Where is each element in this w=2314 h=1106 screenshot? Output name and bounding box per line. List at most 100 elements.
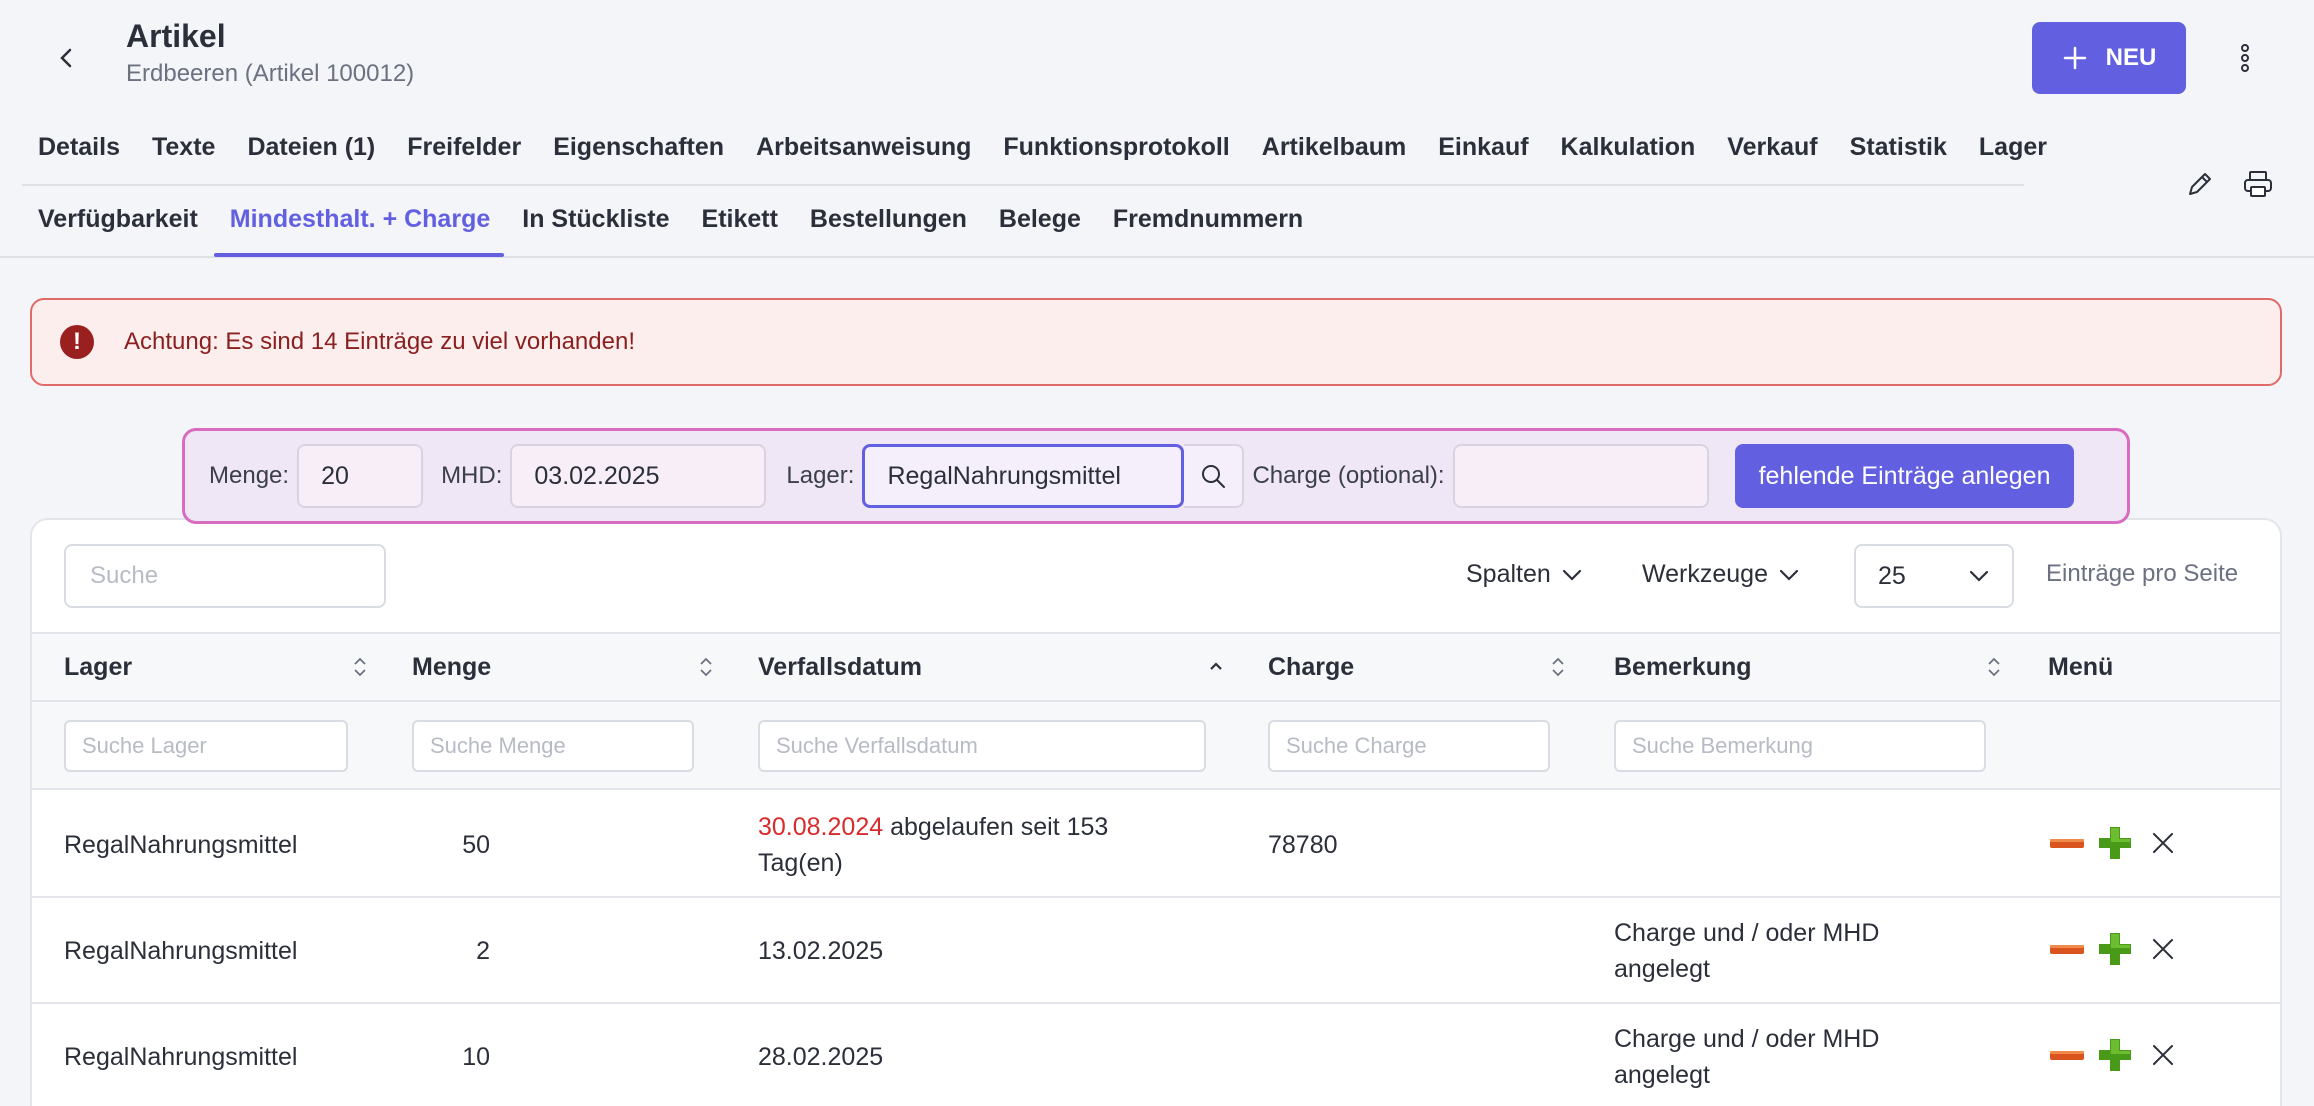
printer-icon	[2244, 171, 2272, 197]
plus-icon	[2099, 933, 2131, 965]
cell-charge: 78780	[1268, 831, 1338, 859]
charge-input[interactable]	[1452, 444, 1709, 508]
column-header-label: Lager	[64, 652, 133, 681]
minus-icon	[2050, 1051, 2084, 1060]
pencil-icon	[2189, 173, 2211, 195]
tab-belege[interactable]: Belege	[983, 194, 1097, 244]
tools-dropdown[interactable]: Werkzeuge	[1642, 560, 1800, 589]
cell-menge: 2	[476, 937, 490, 965]
filter-charge-input[interactable]	[1268, 720, 1550, 772]
create-entries-form: Menge: MHD: Lager: Charge (optional): fe…	[182, 428, 2130, 524]
cell-verfallsdatum: 13.02.2025	[758, 933, 1178, 969]
plus-icon	[2063, 46, 2086, 70]
menge-input[interactable]	[297, 444, 424, 508]
lager-input[interactable]	[862, 444, 1185, 508]
cell-verfallsdatum: 30.08.2024 abgelaufen seit 153 Tag(en)	[758, 809, 1178, 881]
column-header-menge[interactable]: Menge	[412, 634, 742, 700]
tab-verfügbarkeit[interactable]: Verfügbarkeit	[38, 194, 214, 244]
columns-dropdown-label: Spalten	[1466, 560, 1551, 588]
tab-fremdnummern[interactable]: Fremdnummern	[1097, 194, 1319, 244]
create-missing-entries-button[interactable]: fehlende Einträge anlegen	[1734, 444, 2075, 508]
tab-kalkulation[interactable]: Kalkulation	[1545, 122, 1712, 172]
print-button[interactable]	[2236, 162, 2280, 206]
sort-icon[interactable]	[698, 656, 714, 678]
close-icon	[2153, 833, 2173, 853]
sort-icon[interactable]	[1550, 656, 1566, 678]
tab-mindesthalt-charge[interactable]: Mindesthalt. + Charge	[214, 194, 506, 244]
decrease-button[interactable]	[2048, 822, 2086, 864]
tab-eigenschaften[interactable]: Eigenschaften	[537, 122, 740, 172]
mhd-input[interactable]	[510, 444, 767, 508]
page-title: Artikel	[126, 18, 226, 54]
table-search-input[interactable]	[64, 544, 386, 608]
tab-in-stückliste[interactable]: In Stückliste	[506, 194, 685, 244]
plus-icon	[2099, 827, 2131, 859]
table-row: RegalNahrungsmittel 50 30.08.2024 abgelauf…	[32, 792, 2280, 898]
column-header-label: Bemerkung	[1614, 652, 1752, 681]
close-icon	[2153, 939, 2173, 959]
mhd-label: MHD:	[441, 462, 503, 489]
table-filter-row	[32, 702, 2280, 790]
table-row: RegalNahrungsmittel 10 28.02.2025 Charge un…	[32, 1004, 2280, 1106]
column-header-lager[interactable]: Lager	[64, 634, 394, 700]
tab-artikelbaum[interactable]: Artikelbaum	[1246, 122, 1422, 172]
tab-bestellungen[interactable]: Bestellungen	[794, 194, 983, 244]
minus-icon	[2050, 839, 2084, 848]
tab-einkauf[interactable]: Einkauf	[1422, 122, 1544, 172]
tab-freifelder[interactable]: Freifelder	[391, 122, 537, 172]
cell-verfallsdatum: 28.02.2025	[758, 1039, 1178, 1075]
increase-button[interactable]	[2096, 928, 2134, 970]
column-header-menu: Menü	[2048, 634, 2113, 700]
back-button[interactable]	[44, 36, 88, 80]
plus-icon	[2099, 1039, 2131, 1071]
per-page-select[interactable]: 25	[1854, 544, 2014, 608]
sort-icon[interactable]	[352, 656, 368, 678]
row-actions	[2048, 822, 2182, 864]
per-page-value: 25	[1878, 561, 1906, 590]
cell-menge: 10	[462, 1043, 490, 1071]
column-header-bemerkung[interactable]: Bemerkung	[1614, 634, 1994, 700]
lager-search-button[interactable]	[1184, 444, 1245, 508]
filter-verfallsdatum-input[interactable]	[758, 720, 1206, 772]
filter-lager-input[interactable]	[64, 720, 348, 772]
column-header-verfallsdatum[interactable]: Verfallsdatum	[758, 634, 1238, 700]
new-button[interactable]: NEU	[2032, 22, 2186, 94]
filter-bemerkung-input[interactable]	[1614, 720, 1986, 772]
sort-icon[interactable]	[1986, 656, 2002, 678]
tab-etikett[interactable]: Etikett	[686, 194, 794, 244]
warning-alert: ! Achtung: Es sind 14 Einträge zu viel v…	[30, 298, 2282, 386]
tab-dateien-1[interactable]: Dateien (1)	[231, 122, 391, 172]
minus-icon	[2050, 945, 2084, 954]
decrease-button[interactable]	[2048, 1034, 2086, 1076]
column-header-label: Menge	[412, 652, 492, 681]
tab-funktionsprotokoll[interactable]: Funktionsprotokoll	[987, 122, 1245, 172]
tab-statistik[interactable]: Statistik	[1834, 122, 1963, 172]
tab-arbeitsanweisung[interactable]: Arbeitsanweisung	[740, 122, 987, 172]
delete-button[interactable]	[2144, 928, 2182, 970]
column-header-charge[interactable]: Charge	[1268, 634, 1588, 700]
chevron-down-icon	[1562, 569, 1581, 581]
delete-button[interactable]	[2144, 1034, 2182, 1076]
edit-button[interactable]	[2178, 162, 2222, 206]
delete-button[interactable]	[2144, 822, 2182, 864]
tab-verkauf[interactable]: Verkauf	[1711, 122, 1833, 172]
tab-details[interactable]: Details	[38, 122, 136, 172]
row-actions	[2048, 1034, 2182, 1076]
more-menu-button[interactable]	[2220, 36, 2270, 80]
sort-ascending-icon[interactable]	[1208, 656, 1224, 678]
cell-lager: RegalNahrungsmittel	[64, 831, 298, 859]
filter-menge-input[interactable]	[412, 720, 694, 772]
tab-bar-row1: Details Texte Dateien (1) Freifelder Eigensc…	[38, 122, 2063, 172]
row-actions	[2048, 928, 2182, 970]
tab-lager[interactable]: Lager	[1963, 122, 2063, 172]
page-subtitle: Erdbeeren (Artikel 100012)	[126, 60, 415, 87]
chevron-down-icon	[1779, 569, 1799, 581]
decrease-button[interactable]	[2048, 928, 2086, 970]
per-page-label: Einträge pro Seite	[2046, 560, 2239, 587]
tab-texte[interactable]: Texte	[136, 122, 231, 172]
increase-button[interactable]	[2096, 1034, 2134, 1076]
increase-button[interactable]	[2096, 822, 2134, 864]
table-header: Lager Menge Verfallsdatum Charge Bemerku…	[32, 632, 2280, 702]
columns-dropdown[interactable]: Spalten	[1466, 560, 1583, 589]
chevron-down-icon	[1969, 570, 1989, 582]
